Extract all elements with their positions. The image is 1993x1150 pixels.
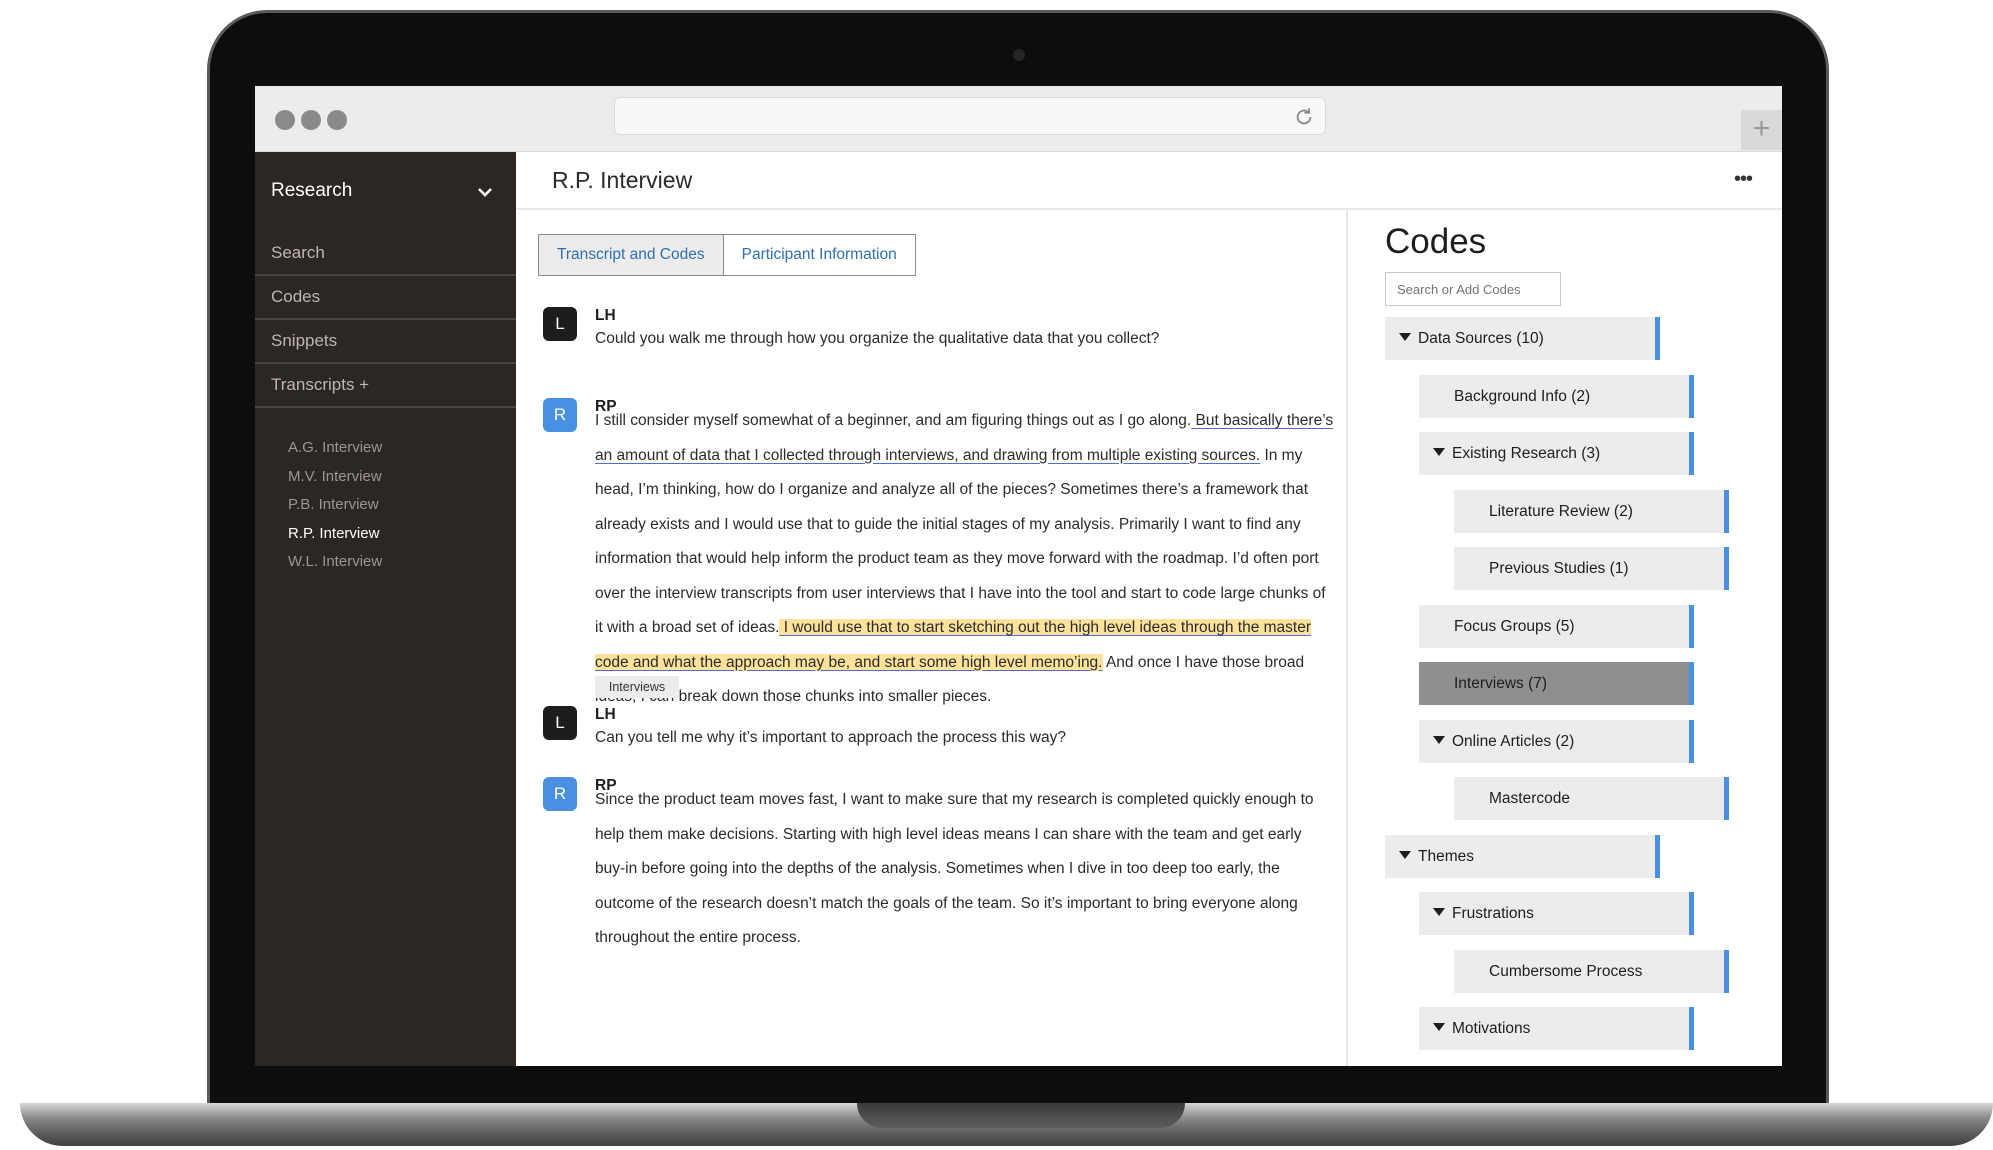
sidebar-nav: Search Codes Snippets Transcripts + xyxy=(255,232,516,408)
codes-search-input[interactable] xyxy=(1385,272,1561,306)
main-content: R.P. Interview ••• Transcript and Codes … xyxy=(516,152,1782,1066)
window-maximize-dot[interactable] xyxy=(327,110,347,130)
transcript-item-rp[interactable]: R.P. Interview xyxy=(255,520,516,549)
transcript-list: A.G. Interview M.V. Interview P.B. Inter… xyxy=(255,434,516,577)
message-text: Could you walk me through how you organi… xyxy=(595,330,1160,347)
avatar: L xyxy=(543,307,577,341)
address-bar[interactable] xyxy=(614,97,1326,135)
code-label: Data Sources (10) xyxy=(1418,330,1544,347)
transcript-item-wl[interactable]: W.L. Interview xyxy=(255,548,516,577)
window-minimize-dot[interactable] xyxy=(301,110,321,130)
code-item-mastercode[interactable]: Mastercode xyxy=(1454,777,1729,820)
code-label: Online Articles (2) xyxy=(1452,733,1575,750)
sidebar: Research Search Codes Snippets Transcrip… xyxy=(255,152,516,1066)
caret-down-icon[interactable] xyxy=(1433,736,1445,744)
code-item-frustrations[interactable]: Frustrations xyxy=(1419,892,1694,935)
sidebar-item-codes[interactable]: Codes xyxy=(255,276,516,320)
transcript-item-pb[interactable]: P.B. Interview xyxy=(255,491,516,520)
caret-down-icon[interactable] xyxy=(1433,1023,1445,1031)
sidebar-item-snippets[interactable]: Snippets xyxy=(255,320,516,364)
code-label: Previous Studies (1) xyxy=(1489,560,1629,577)
caret-down-icon[interactable] xyxy=(1433,908,1445,916)
avatar: L xyxy=(543,706,577,740)
more-options-icon[interactable]: ••• xyxy=(1734,168,1753,191)
codes-title: Codes xyxy=(1385,222,1487,261)
code-item-themes[interactable]: Themes xyxy=(1385,835,1660,878)
window-close-dot[interactable] xyxy=(275,110,295,130)
code-item-interviews[interactable]: Interviews (7) xyxy=(1419,662,1694,705)
transcript-panel: Transcript and Codes Participant Informa… xyxy=(516,210,1348,1066)
chevron-down-icon[interactable] xyxy=(477,186,493,198)
page-title: R.P. Interview xyxy=(552,167,693,193)
code-label: Existing Research (3) xyxy=(1452,445,1601,462)
text-segment: In my head, I’m thinking, how do I organ… xyxy=(595,446,1326,637)
message-text: Can you tell me why it’s important to ap… xyxy=(595,729,1066,746)
project-title: Research xyxy=(271,180,353,201)
tab-transcript-and-codes[interactable]: Transcript and Codes xyxy=(538,234,724,276)
browser-toolbar: + xyxy=(255,86,1782,152)
code-label: Mastercode xyxy=(1489,790,1570,807)
caret-down-icon[interactable] xyxy=(1433,448,1445,456)
laptop-notch xyxy=(857,1103,1185,1128)
message-text: Since the product team moves fast, I wan… xyxy=(595,791,1314,946)
code-label: Cumbersome Process xyxy=(1489,963,1643,980)
text-segment: I still consider myself somewhat of a be… xyxy=(595,412,1192,429)
code-item-literature-review[interactable]: Literature Review (2) xyxy=(1454,490,1729,533)
code-item-background-info[interactable]: Background Info (2) xyxy=(1419,375,1694,418)
code-item-data-sources[interactable]: Data Sources (10) xyxy=(1385,317,1660,360)
code-item-focus-groups[interactable]: Focus Groups (5) xyxy=(1419,605,1694,648)
code-label: Themes xyxy=(1418,848,1474,865)
sidebar-item-transcripts[interactable]: Transcripts + xyxy=(255,364,516,408)
code-label: Literature Review (2) xyxy=(1489,503,1633,520)
transcript-item-ag[interactable]: A.G. Interview xyxy=(255,434,516,463)
reload-icon[interactable] xyxy=(1293,106,1315,128)
code-label: Interviews (7) xyxy=(1454,675,1548,692)
transcript-item-mv[interactable]: M.V. Interview xyxy=(255,463,516,492)
caret-down-icon[interactable] xyxy=(1399,333,1411,341)
code-label: Motivations xyxy=(1452,1020,1531,1037)
code-tag[interactable]: Interviews xyxy=(595,676,679,698)
code-label: Focus Groups (5) xyxy=(1454,618,1575,635)
screen: + Research Search Codes Snippets Transcr… xyxy=(255,86,1782,1066)
tab-participant-information[interactable]: Participant Information xyxy=(723,234,916,276)
caret-down-icon[interactable] xyxy=(1399,851,1411,859)
project-selector[interactable]: Research xyxy=(255,152,516,232)
camera-icon xyxy=(1013,49,1025,61)
code-item-cumbersome-process[interactable]: Cumbersome Process xyxy=(1454,950,1729,993)
code-label: Background Info (2) xyxy=(1454,388,1591,405)
codes-panel: Codes Data Sources (10) Background Info … xyxy=(1350,210,1782,1066)
tab-bar: Transcript and Codes Participant Informa… xyxy=(538,234,916,276)
sidebar-item-search[interactable]: Search xyxy=(255,232,516,276)
code-item-online-articles[interactable]: Online Articles (2) xyxy=(1419,720,1694,763)
code-item-motivations[interactable]: Motivations xyxy=(1419,1007,1694,1050)
avatar: R xyxy=(543,398,577,432)
new-tab-button[interactable]: + xyxy=(1741,110,1782,150)
code-item-previous-studies[interactable]: Previous Studies (1) xyxy=(1454,547,1729,590)
message-text: I still consider myself somewhat of a be… xyxy=(595,404,1335,715)
code-item-existing-research[interactable]: Existing Research (3) xyxy=(1419,432,1694,475)
code-label: Frustrations xyxy=(1452,905,1534,922)
avatar: R xyxy=(543,777,577,811)
main-header: R.P. Interview ••• xyxy=(516,152,1782,210)
